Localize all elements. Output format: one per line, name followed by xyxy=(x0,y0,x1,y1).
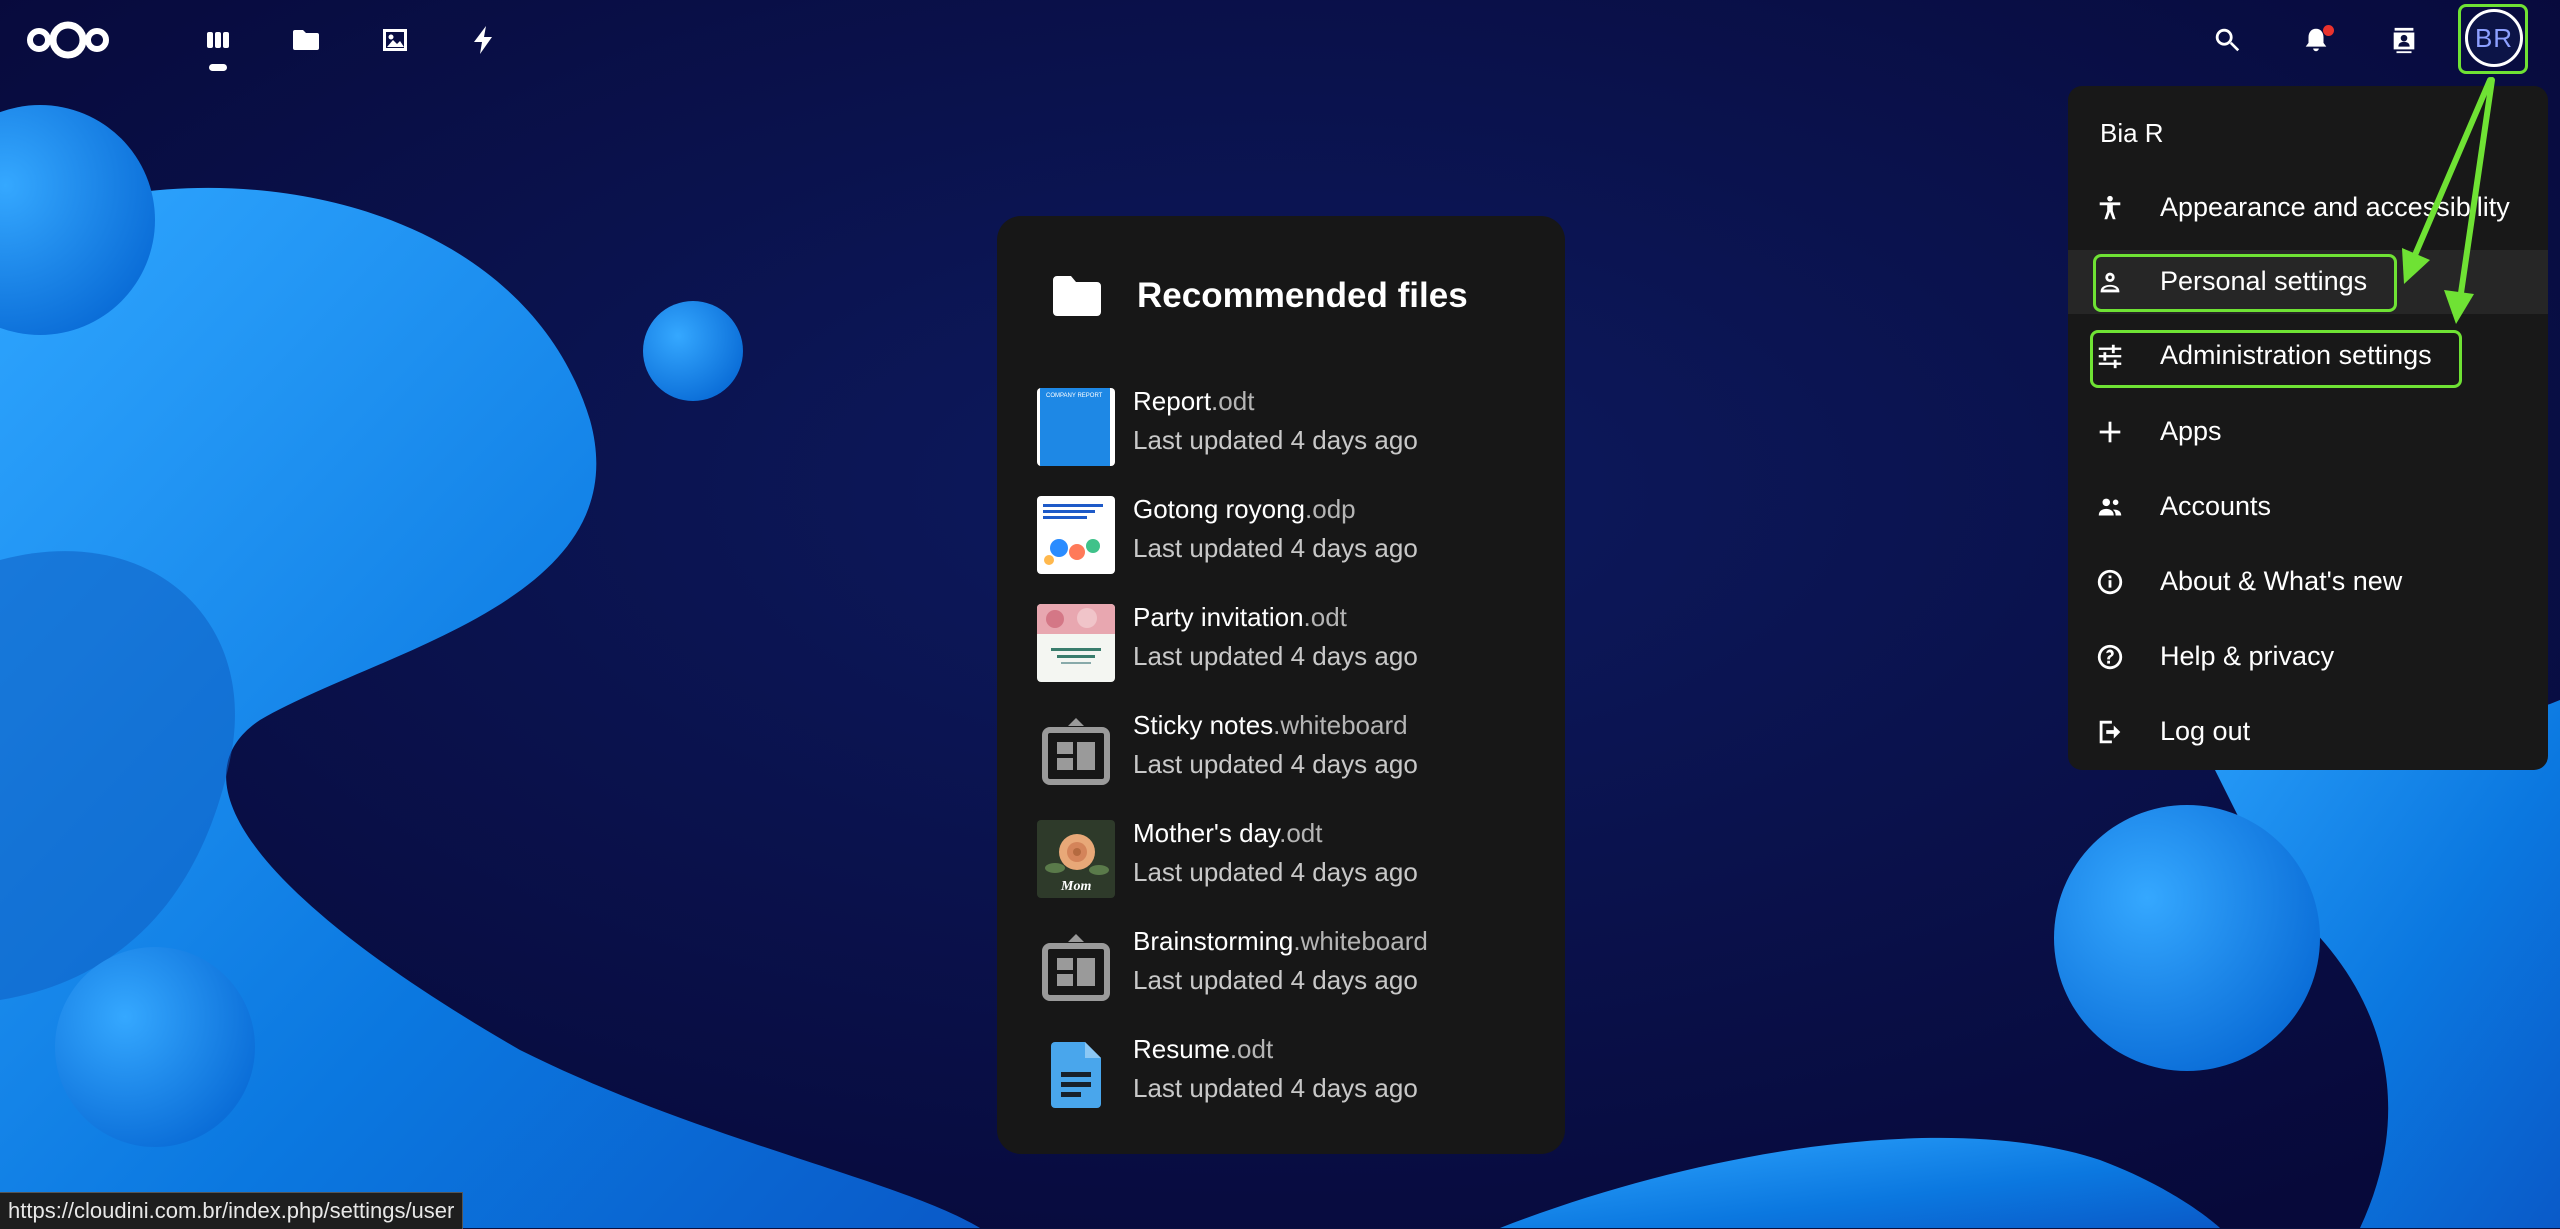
file-extension: .odp xyxy=(1305,494,1356,524)
menu-item-logout[interactable]: Log out xyxy=(2068,700,2548,764)
flower-thumbnail: Mom xyxy=(1037,820,1115,898)
file-name: Report xyxy=(1133,386,1212,416)
notification-badge xyxy=(2323,25,2334,36)
info-icon xyxy=(2097,569,2123,595)
file-item-brainstorming[interactable]: Brainstorming.whiteboard Last updated 4 … xyxy=(1037,922,1537,1012)
accessibility-icon xyxy=(2099,195,2121,220)
file-extension: .odt xyxy=(1229,1034,1274,1064)
search-button[interactable] xyxy=(2207,20,2247,60)
svg-text:Mom: Mom xyxy=(1060,879,1091,894)
nextcloud-logo[interactable] xyxy=(26,16,110,64)
file-extension: .odt xyxy=(1279,818,1323,848)
recommended-files-widget: Recommended files COMPANY REPORT Report.… xyxy=(997,216,1565,1154)
file-item-gotong-royong[interactable]: Gotong royong.odp Last updated 4 days ag… xyxy=(1037,490,1537,580)
link-status-bar: https://cloudini.com.br/index.php/settin… xyxy=(0,1192,464,1229)
folder-icon xyxy=(293,30,319,50)
sliders-icon xyxy=(2098,344,2122,369)
report-thumbnail: COMPANY REPORT xyxy=(1037,388,1115,466)
menu-item-about[interactable]: About & What's new xyxy=(2068,550,2548,614)
menu-item-label: Log out xyxy=(2160,716,2251,746)
presentation-thumbnail xyxy=(1037,496,1115,574)
menu-item-appearance[interactable]: Appearance and accessibility xyxy=(2068,176,2548,240)
menu-item-administration-settings[interactable]: Administration settings xyxy=(2068,324,2548,388)
file-updated: Last updated 4 days ago xyxy=(1133,965,1418,995)
accounts-icon xyxy=(2098,498,2122,516)
person-icon xyxy=(2100,272,2120,293)
whiteboard-icon xyxy=(1042,934,1110,1001)
file-item-resume[interactable]: Resume.odt Last updated 4 days ago xyxy=(1037,1030,1537,1120)
file-item-party-invitation[interactable]: Party invitation.odt Last updated 4 days… xyxy=(1037,598,1537,688)
user-menu: Bia R Appearance and accessibility Perso… xyxy=(2068,86,2548,770)
active-app-indicator xyxy=(209,64,227,71)
file-name: Brainstorming xyxy=(1133,926,1294,956)
lightning-icon xyxy=(474,26,492,54)
widget-title: Recommended files xyxy=(1137,276,1468,315)
file-name: Sticky notes xyxy=(1133,710,1274,740)
file-extension: .whiteboard xyxy=(1293,926,1428,956)
photos-app-button[interactable] xyxy=(375,20,415,60)
contacts-icon xyxy=(2393,27,2415,54)
dashboard-app-button[interactable] xyxy=(198,20,238,60)
menu-item-label: Administration settings xyxy=(2160,340,2432,370)
contacts-button[interactable] xyxy=(2384,20,2424,60)
file-updated: Last updated 4 days ago xyxy=(1133,749,1418,779)
file-name: Mother's day xyxy=(1133,818,1280,848)
file-extension: .odt xyxy=(1303,602,1347,632)
help-icon xyxy=(2097,644,2123,670)
file-item-report[interactable]: COMPANY REPORT Report.odt Last updated 4… xyxy=(1037,382,1537,472)
file-updated: Last updated 4 days ago xyxy=(1133,1073,1418,1103)
svg-text:COMPANY REPORT: COMPANY REPORT xyxy=(1046,393,1103,399)
file-name: Party invitation xyxy=(1133,602,1304,632)
menu-item-personal-settings[interactable]: Personal settings xyxy=(2068,250,2548,314)
file-updated: Last updated 4 days ago xyxy=(1133,857,1418,887)
invitation-thumbnail xyxy=(1037,604,1115,682)
top-bar: BR xyxy=(0,0,2560,82)
search-icon xyxy=(2215,28,2240,52)
menu-user-name: Bia R xyxy=(2100,118,2164,148)
menu-item-label: Accounts xyxy=(2160,491,2272,521)
menu-item-label: Apps xyxy=(2160,416,2222,446)
menu-item-label: Help & privacy xyxy=(2160,641,2335,671)
folder-icon xyxy=(1053,276,1101,316)
file-updated: Last updated 4 days ago xyxy=(1133,533,1418,563)
files-app-button[interactable] xyxy=(286,20,326,60)
plus-icon xyxy=(2099,421,2121,443)
file-updated: Last updated 4 days ago xyxy=(1133,641,1418,671)
dashboard-icon xyxy=(207,32,229,48)
document-icon xyxy=(1051,1042,1101,1108)
file-item-mothers-day[interactable]: Mom Mother's day.odt Last updated 4 days… xyxy=(1037,814,1537,904)
file-extension: .odt xyxy=(1211,386,1255,416)
image-icon xyxy=(383,29,407,51)
activity-app-button[interactable] xyxy=(464,20,504,60)
logout-icon xyxy=(2099,720,2121,744)
file-extension: .whiteboard xyxy=(1273,710,1408,740)
menu-item-help-privacy[interactable]: Help & privacy xyxy=(2068,625,2548,689)
whiteboard-icon xyxy=(1042,718,1110,785)
file-updated: Last updated 4 days ago xyxy=(1133,425,1418,455)
menu-item-label: Appearance and accessibility xyxy=(2160,192,2510,222)
user-avatar[interactable]: BR xyxy=(2465,9,2523,67)
menu-item-label: About & What's new xyxy=(2160,566,2403,596)
menu-item-accounts[interactable]: Accounts xyxy=(2068,475,2548,539)
menu-item-apps[interactable]: Apps xyxy=(2068,400,2548,464)
file-name: Resume xyxy=(1133,1034,1230,1064)
file-name: Gotong royong xyxy=(1133,494,1306,524)
widget-header: Recommended files xyxy=(1049,266,1468,326)
file-item-sticky-notes[interactable]: Sticky notes.whiteboard Last updated 4 d… xyxy=(1037,706,1537,796)
menu-item-label: Personal settings xyxy=(2160,266,2368,296)
